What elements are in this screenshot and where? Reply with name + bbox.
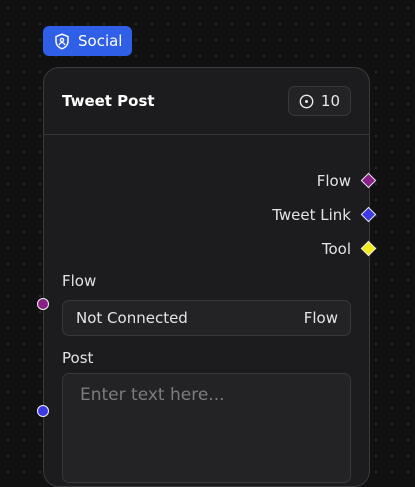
node-title: Tweet Post <box>62 92 155 110</box>
post-text-field[interactable] <box>62 373 351 483</box>
category-badge: Social <box>43 26 133 56</box>
category-label: Social <box>78 32 123 50</box>
output-flow-handle[interactable] <box>360 172 377 189</box>
output-tweet-link-label: Tweet Link <box>272 206 351 224</box>
flow-connection-field[interactable]: Not Connected Flow <box>62 300 351 336</box>
shield-icon <box>54 32 70 50</box>
flow-input-handle[interactable] <box>37 298 49 310</box>
post-textarea[interactable] <box>63 374 350 482</box>
output-tweet-link: Tweet Link <box>272 205 351 225</box>
node-header[interactable]: Tweet Post 10 <box>44 68 369 135</box>
flow-input-label: Flow <box>62 272 97 290</box>
tweet-post-node[interactable]: Tweet Post 10 Flow Tweet Link Tool Flow … <box>37 67 377 487</box>
post-input-label: Post <box>62 349 94 367</box>
post-input-handle[interactable] <box>37 405 49 417</box>
output-tweet-link-handle[interactable] <box>360 206 377 223</box>
connection-type: Flow <box>303 309 338 327</box>
output-tool-label: Tool <box>321 240 351 258</box>
credit-cost-badge: 10 <box>287 86 351 116</box>
output-tool: Tool <box>322 239 351 259</box>
credit-cost-value: 10 <box>320 92 340 110</box>
clock-icon <box>299 94 314 109</box>
output-flow-label: Flow <box>316 172 351 190</box>
output-tool-handle[interactable] <box>360 240 377 257</box>
output-flow: Flow <box>317 171 351 191</box>
connection-status: Not Connected <box>76 309 188 327</box>
